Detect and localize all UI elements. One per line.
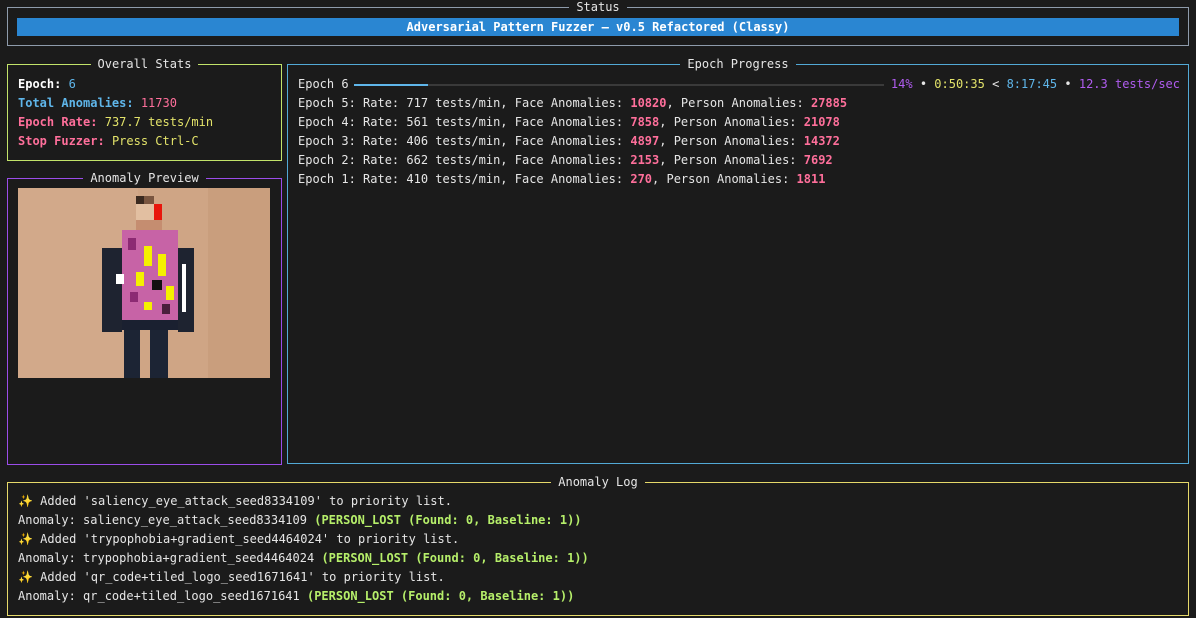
log-entry-text: ✨ Added 'trypophobia+gradient_seed446402… xyxy=(18,532,460,546)
log-entry: ✨ Added 'qr_code+tiled_logo_seed1671641'… xyxy=(18,568,445,587)
status-panel: Status Adversarial Pattern Fuzzer — v0.5… xyxy=(7,0,1189,46)
sep-lt: < xyxy=(992,77,1000,91)
stat-epoch-label: Epoch: xyxy=(18,77,62,91)
log-entry-text: ✨ Added 'saliency_eye_attack_seed8334109… xyxy=(18,494,452,508)
person-anomalies-value: 21078 xyxy=(803,115,840,129)
epoch-line-text: , Person Anomalies: xyxy=(652,172,797,186)
log-entry: Anomaly: trypophobia+gradient_seed446402… xyxy=(18,549,589,568)
face-anomalies-value: 7858 xyxy=(630,115,660,129)
face-anomalies-value: 10820 xyxy=(630,96,667,110)
epoch-line-text: , Person Anomalies: xyxy=(666,96,811,110)
overall-stats-title: Overall Stats xyxy=(90,57,199,71)
elapsed-time: 0:50:35 xyxy=(934,77,985,91)
epoch-line-text: Epoch 3: Rate: 406 tests/min, Face Anoma… xyxy=(298,134,631,148)
current-epoch-row: Epoch 6 14% • 0:50:35 < 8:17:45 • 12.3 t… xyxy=(298,75,1180,94)
remaining-time: 8:17:45 xyxy=(1006,77,1058,91)
progress-percent: 14% xyxy=(890,77,913,91)
log-entry: Anomaly: qr_code+tiled_logo_seed1671641 … xyxy=(18,587,574,606)
epoch-progress-title: Epoch Progress xyxy=(680,57,796,71)
stat-total-anomalies: Total Anomalies: 11730 xyxy=(18,94,177,113)
anomaly-preview-title: Anomaly Preview xyxy=(83,171,206,185)
epoch-history-line: Epoch 3: Rate: 406 tests/min, Face Anoma… xyxy=(298,132,840,151)
overall-stats-panel: Overall Stats Epoch: 6 Total Anomalies: … xyxy=(7,57,282,161)
epoch-history-line: Epoch 4: Rate: 561 tests/min, Face Anoma… xyxy=(298,113,840,132)
anomaly-log-panel: Anomaly Log ✨ Added 'saliency_eye_attack… xyxy=(7,475,1189,616)
epoch-progress-panel: Epoch Progress Epoch 6 14% • 0:50:35 < 8… xyxy=(287,57,1189,464)
stat-epoch: Epoch: 6 xyxy=(18,75,76,94)
stat-stop-value: Press Ctrl-C xyxy=(111,134,199,148)
anomaly-preview-image xyxy=(18,188,270,378)
epoch-line-text: Epoch 5: Rate: 717 tests/min, Face Anoma… xyxy=(298,96,631,110)
anomaly-preview-panel: Anomaly Preview xyxy=(7,171,282,465)
epoch-line-text: , Person Anomalies: xyxy=(659,153,804,167)
log-entry-text: Anomaly: saliency_eye_attack_seed8334109 xyxy=(18,513,315,527)
epoch-line-text: , Person Anomalies: xyxy=(659,115,804,129)
epoch-line-text: Epoch 1: Rate: 410 tests/min, Face Anoma… xyxy=(298,172,631,186)
face-anomalies-value: 4897 xyxy=(630,134,660,148)
log-entry: Anomaly: saliency_eye_attack_seed8334109… xyxy=(18,511,582,530)
stat-rate-label: Epoch Rate: xyxy=(18,115,98,129)
log-entry: ✨ Added 'trypophobia+gradient_seed446402… xyxy=(18,530,459,549)
log-entry-text: Anomaly: trypophobia+gradient_seed446402… xyxy=(18,551,322,565)
tests-per-sec: 12.3 tests/sec xyxy=(1078,77,1180,91)
sep-bullet-1: • xyxy=(919,77,928,91)
status-title: Status xyxy=(569,0,627,14)
epoch-line-text: Epoch 4: Rate: 561 tests/min, Face Anoma… xyxy=(298,115,631,129)
epoch-progress-bar xyxy=(354,84,884,86)
person-anomalies-value: 1811 xyxy=(796,172,826,186)
epoch-progress-stats: 14% • 0:50:35 < 8:17:45 • 12.3 tests/sec xyxy=(891,75,1180,94)
stat-anomalies-value: 11730 xyxy=(140,96,177,110)
log-entry-detail: (PERSON_LOST (Found: 0, Baseline: 1)) xyxy=(306,589,575,603)
current-epoch-label: Epoch 6 xyxy=(298,77,349,91)
stat-anomalies-label: Total Anomalies: xyxy=(18,96,134,110)
log-entry-text: Anomaly: qr_code+tiled_logo_seed1671641 xyxy=(18,589,307,603)
anomaly-log-title: Anomaly Log xyxy=(551,475,645,489)
log-entry: ✨ Added 'saliency_eye_attack_seed8334109… xyxy=(18,492,452,511)
log-entry-detail: (PERSON_LOST (Found: 0, Baseline: 1)) xyxy=(321,551,589,565)
epoch-line-text: Epoch 2: Rate: 662 tests/min, Face Anoma… xyxy=(298,153,631,167)
person-anomalies-value: 27885 xyxy=(810,96,848,110)
epoch-line-text: , Person Anomalies: xyxy=(659,134,804,148)
epoch-history-line: Epoch 5: Rate: 717 tests/min, Face Anoma… xyxy=(298,94,847,113)
face-anomalies-value: 270 xyxy=(630,172,653,186)
person-anomalies-value: 14372 xyxy=(803,134,840,148)
stat-epoch-value: 6 xyxy=(68,77,76,91)
face-anomalies-value: 2153 xyxy=(630,153,660,167)
stat-stop-label: Stop Fuzzer: xyxy=(18,134,105,148)
stat-rate-value: 737.7 tests/min xyxy=(104,115,214,129)
person-anomalies-value: 7692 xyxy=(803,153,833,167)
sep-bullet-2: • xyxy=(1064,77,1072,91)
log-entry-detail: (PERSON_LOST (Found: 0, Baseline: 1)) xyxy=(314,513,582,527)
epoch-history-line: Epoch 1: Rate: 410 tests/min, Face Anoma… xyxy=(298,170,825,189)
app-title-banner: Adversarial Pattern Fuzzer — v0.5 Refact… xyxy=(17,18,1179,36)
stat-epoch-rate: Epoch Rate: 737.7 tests/min xyxy=(18,113,213,132)
epoch-progress-fill xyxy=(354,84,429,86)
log-entry-text: ✨ Added 'qr_code+tiled_logo_seed1671641'… xyxy=(18,570,445,584)
epoch-history-line: Epoch 2: Rate: 662 tests/min, Face Anoma… xyxy=(298,151,833,170)
stat-stop-fuzzer: Stop Fuzzer: Press Ctrl-C xyxy=(18,132,199,151)
